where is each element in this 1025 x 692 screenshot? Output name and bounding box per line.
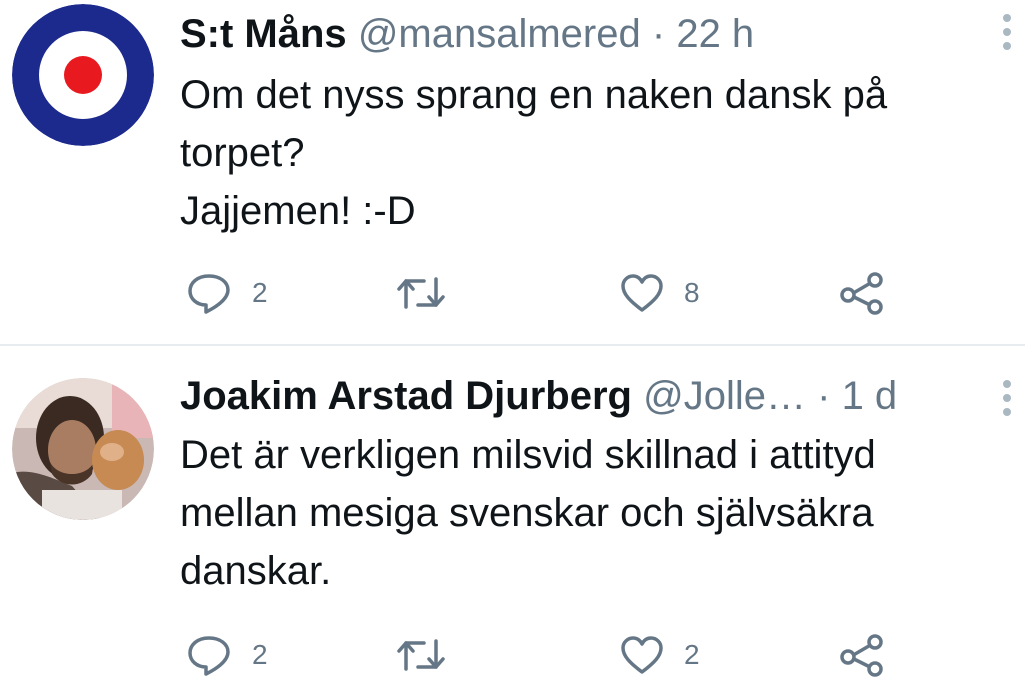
action-bar: 2 8 [180,268,1025,318]
tweet-text-line: Om det nyss sprang en naken dansk på [180,73,888,117]
header-separator: · [817,374,831,418]
tweet-timestamp[interactable]: 22 h [676,12,754,56]
more-options-button[interactable] [1001,378,1013,418]
header-separator: · [651,12,666,56]
tweet-header: S:t Måns @mansalmered · 22 h [180,10,963,58]
tweet[interactable]: Joakim Arstad Djurberg @Jolle… · 1 d Det… [0,346,1025,692]
share-button[interactable] [838,630,886,680]
retweet-button[interactable] [396,630,446,680]
tweet-text-line: mellan mesiga svenskar och självsäkra [180,491,874,535]
reply-count: 2 [252,639,268,670]
tweet-text: Om det nyss sprang en naken dansk på tor… [180,66,995,240]
tweet-text-line: Det är verkligen milsvid skillnad i atti… [180,433,876,477]
like-count: 2 [684,639,700,670]
like-icon [621,636,663,674]
like-button[interactable]: 2 [620,630,700,680]
retweet-icon [397,639,445,671]
like-count: 8 [684,277,700,308]
reply-icon [188,636,230,676]
like-button[interactable]: 8 [620,268,700,318]
retweet-button[interactable] [396,268,446,318]
like-icon [621,274,663,312]
reply-button[interactable]: 2 [186,630,268,680]
reply-count: 2 [252,277,268,308]
photo-avatar-icon [12,378,154,520]
author-handle[interactable]: @Jolle… [643,374,806,418]
roundel-avatar-icon [12,4,154,146]
tweet-text: Det är verkligen milsvid skillnad i atti… [180,426,995,600]
tweet-text-line: Jajjemen! :-D [180,189,416,233]
tweet-text-line: torpet? [180,131,305,175]
reply-icon [188,274,230,314]
action-bar: 2 2 [180,630,1025,680]
tweet-timestamp[interactable]: 1 d [842,374,898,418]
author-handle[interactable]: @mansalmered [358,12,641,56]
share-button[interactable] [838,268,886,318]
share-icon [840,272,883,315]
more-vertical-icon [1003,14,1011,50]
author-name[interactable]: Joakim Arstad Djurberg [180,374,632,418]
tweet-text-line: danskar. [180,549,332,593]
tweet[interactable]: S:t Måns @mansalmered · 22 h Om det nyss… [0,0,1025,345]
share-icon [840,634,883,677]
reply-button[interactable]: 2 [186,268,268,318]
more-options-button[interactable] [1001,12,1013,52]
avatar[interactable] [12,4,154,146]
more-vertical-icon [1003,380,1011,416]
avatar[interactable] [12,378,154,520]
retweet-icon [397,277,445,309]
tweet-header: Joakim Arstad Djurberg @Jolle… · 1 d [180,372,963,420]
author-name[interactable]: S:t Måns [180,12,347,56]
